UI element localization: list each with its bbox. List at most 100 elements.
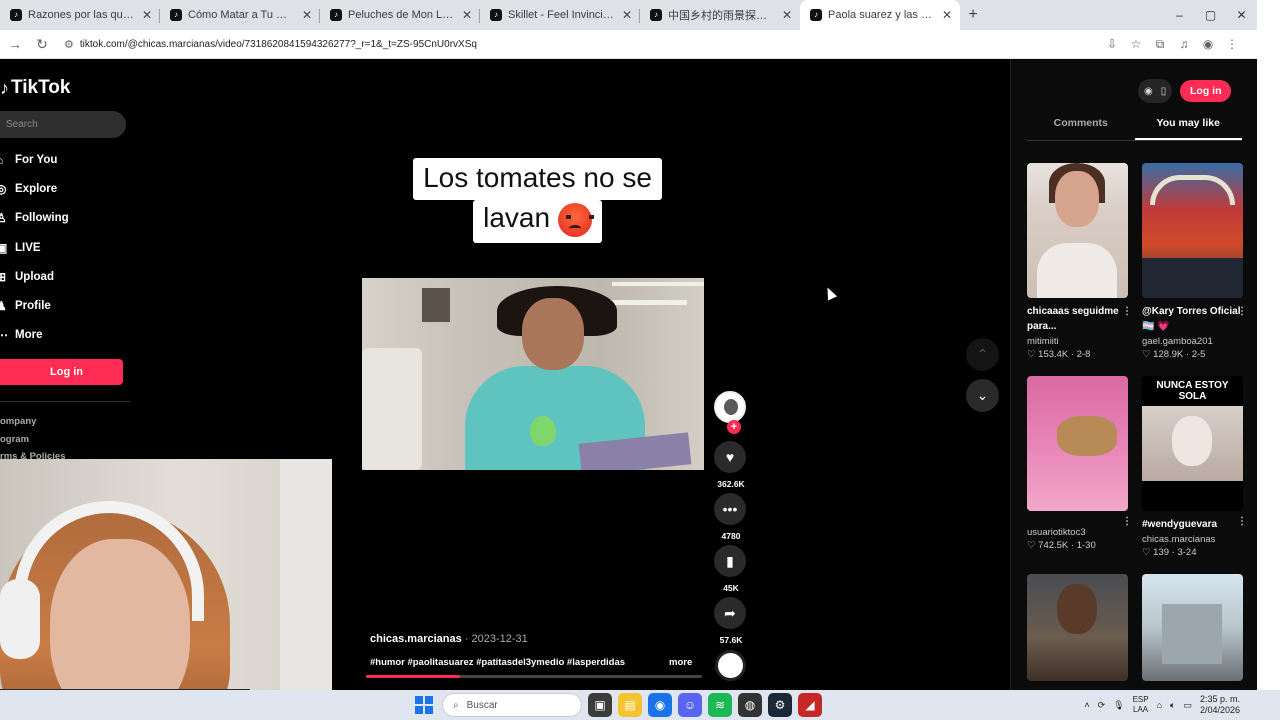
close-tab-icon[interactable]: ✕ <box>782 8 792 22</box>
adobe-icon[interactable]: ◢ <box>798 693 822 717</box>
browser-tab-3[interactable]: ♪ Peluches de Mon Laferte y tuto ✕ <box>320 0 480 30</box>
sidebar-item-live[interactable]: ▣ LIVE <box>0 233 130 262</box>
card-options-icon[interactable]: ⋮ <box>1237 306 1247 317</box>
tab-comments[interactable]: Comments <box>1027 111 1135 140</box>
sidebar-item-explore[interactable]: ◎ Explore <box>0 174 130 203</box>
next-video-button[interactable]: ⌄ <box>966 379 999 412</box>
more-button[interactable]: more <box>669 657 692 668</box>
creator-avatar[interactable]: + <box>714 391 746 434</box>
forward-icon[interactable]: → <box>3 32 27 56</box>
sidebar-item-following[interactable]: ♙ Following <box>0 204 130 233</box>
tab-you-may-like[interactable]: You may like <box>1134 111 1242 140</box>
sidebar-login-button[interactable]: Log in <box>0 359 123 385</box>
battery-icon[interactable]: ▭ <box>1183 700 1192 711</box>
obs-icon[interactable]: ◍ <box>738 693 762 717</box>
windows-start-icon[interactable] <box>412 693 436 717</box>
share-icon[interactable]: ➦ <box>714 597 746 629</box>
close-tab-icon[interactable]: ✕ <box>302 8 312 22</box>
recommended-card[interactable] <box>1142 574 1243 681</box>
close-tab-icon[interactable]: ✕ <box>462 8 472 22</box>
card-thumbnail[interactable]: NUNCA ESTOY SOLA <box>1142 376 1243 511</box>
sidebar-item-label: Following <box>15 212 69 225</box>
microphone-icon[interactable]: 🎙︎ <box>1113 700 1124 711</box>
video-progress-bar[interactable] <box>366 675 702 678</box>
sidebar-item-more[interactable]: ⋯ More <box>0 321 130 350</box>
taskbar-search[interactable]: ⌕ Buscar <box>442 693 582 717</box>
browser-tab-5[interactable]: ♪ 中国乡村的雨景探索 | TikTok ✕ <box>640 0 800 30</box>
site-info-icon[interactable]: ⚙ <box>64 38 74 51</box>
browser-tab-4[interactable]: ♪ Skillet - Feel Invincible | Rock Ar ✕ <box>480 0 640 30</box>
comment-action[interactable]: ••• 4780 <box>714 493 748 541</box>
network-icon[interactable]: ⌂ <box>1157 700 1162 710</box>
url-field[interactable]: ⚙ tiktok.com/@chicas.marcianas/video/731… <box>60 32 1090 56</box>
mobile-icon[interactable]: ▯ <box>1161 86 1167 97</box>
recommended-card[interactable] <box>1027 574 1128 681</box>
discord-icon[interactable]: ☺ <box>678 693 702 717</box>
volume-icon[interactable]: 🔈︎ <box>1170 700 1175 711</box>
card-thumbnail[interactable] <box>1027 574 1128 681</box>
bookmark-icon[interactable]: ▮ <box>714 545 746 577</box>
sync-icon[interactable]: ⟳ <box>1098 700 1106 711</box>
comment-icon[interactable]: ••• <box>714 493 746 525</box>
reload-icon[interactable]: ↻ <box>30 32 54 56</box>
maximize-button[interactable]: ▢ <box>1195 0 1226 30</box>
sidebar-item-for-you[interactable]: ⌂ For You <box>0 145 130 174</box>
card-options-icon[interactable]: ⋮ <box>1237 516 1247 527</box>
header-login-button[interactable]: Log in <box>1180 80 1232 102</box>
browser-tab-1[interactable]: ♪ Razones por las que no contest ✕ <box>0 0 160 30</box>
browser-tab-2[interactable]: ♪ Cómo Matar a Tu Pou: Humor y ✕ <box>160 0 320 30</box>
card-username[interactable]: usuariotiktoc3 <box>1027 527 1128 538</box>
close-tab-icon[interactable]: ✕ <box>942 8 952 22</box>
footer-link-company[interactable]: ompany <box>0 413 65 431</box>
follow-plus-icon[interactable]: + <box>727 420 741 434</box>
bookmark-star-icon[interactable]: ☆ <box>1124 32 1148 56</box>
card-username[interactable]: chicas.marcianas <box>1142 534 1243 545</box>
recommended-card[interactable]: ⋮ @Kary Torres Oficial 🏳️‍⚧️ 💗 gael.gamb… <box>1142 163 1247 360</box>
recommended-card[interactable]: ⋮ usuariotiktoc3 ♡ 742.5K · 1-30 <box>1027 376 1132 551</box>
sidebar-item-profile[interactable]: ♟ Profile <box>0 291 130 320</box>
save-action[interactable]: ▮ 45K <box>714 545 748 593</box>
card-thumbnail[interactable] <box>1142 163 1243 298</box>
video-player[interactable] <box>362 278 704 470</box>
recommended-card[interactable]: NUNCA ESTOY SOLA ⋮ #wendyguevara chicas.… <box>1142 376 1247 558</box>
language-indicator[interactable]: ESP LAA <box>1133 695 1149 715</box>
tiktok-logo[interactable]: ♪ TikTok <box>0 77 70 99</box>
new-tab-button[interactable]: + <box>960 0 986 30</box>
menu-icon[interactable]: ⋮ <box>1220 32 1244 56</box>
close-window-button[interactable]: ✕ <box>1226 0 1257 30</box>
video-hashtags[interactable]: #humor #paolitasuarez #patitasdel3ymedio… <box>370 657 625 668</box>
video-username[interactable]: chicas.marcianas <box>370 633 462 645</box>
footer-link-program[interactable]: ogram <box>0 431 65 449</box>
chrome-icon[interactable]: ◉ <box>648 693 672 717</box>
task-view-icon[interactable]: ▣ <box>588 693 612 717</box>
file-explorer-icon[interactable]: ▤ <box>618 693 642 717</box>
minimize-button[interactable]: – <box>1164 0 1195 30</box>
card-options-icon[interactable]: ⋮ <box>1122 516 1132 527</box>
browser-tab-active[interactable]: ♪ Paola suarez y las divertidas pe ✕ <box>800 0 960 30</box>
chevron-up-icon[interactable]: ˄ <box>1084 700 1089 710</box>
previous-video-button[interactable]: ⌃ <box>966 338 999 371</box>
share-action[interactable]: ➦ 57.6K <box>714 597 748 645</box>
like-action[interactable]: ♥ 362.6K <box>714 441 748 489</box>
heart-icon[interactable]: ♥ <box>714 441 746 473</box>
taskbar-clock[interactable]: 2:35 p. m. 2/04/2026 <box>1200 694 1240 716</box>
install-app-icon[interactable]: ⇩ <box>1100 32 1124 56</box>
close-tab-icon[interactable]: ✕ <box>142 8 152 22</box>
card-options-icon[interactable]: ⋮ <box>1122 306 1132 317</box>
profile-icon[interactable]: ◉ <box>1196 32 1220 56</box>
card-thumbnail[interactable] <box>1027 163 1128 298</box>
spotify-icon[interactable]: ≋ <box>708 693 732 717</box>
card-thumbnail[interactable] <box>1027 376 1128 511</box>
sidebar-item-upload[interactable]: ⊞ Upload <box>0 262 130 291</box>
close-tab-icon[interactable]: ✕ <box>622 8 632 22</box>
steam-icon[interactable]: ⚙ <box>768 693 792 717</box>
extensions-icon[interactable]: ⧉ <box>1148 32 1172 56</box>
search-input[interactable]: Search <box>0 111 126 138</box>
music-disc-icon[interactable] <box>715 650 746 681</box>
compass-small-icon[interactable]: ◉ <box>1144 86 1153 97</box>
card-username[interactable]: gael.gamboa201 <box>1142 336 1243 347</box>
recommended-card[interactable]: ⋮ chicaaas seguidme para... mitimiiti ♡ … <box>1027 163 1132 360</box>
card-thumbnail[interactable] <box>1142 574 1243 681</box>
card-username[interactable]: mitimiiti <box>1027 336 1128 347</box>
media-control-icon[interactable]: ♫ <box>1172 32 1196 56</box>
